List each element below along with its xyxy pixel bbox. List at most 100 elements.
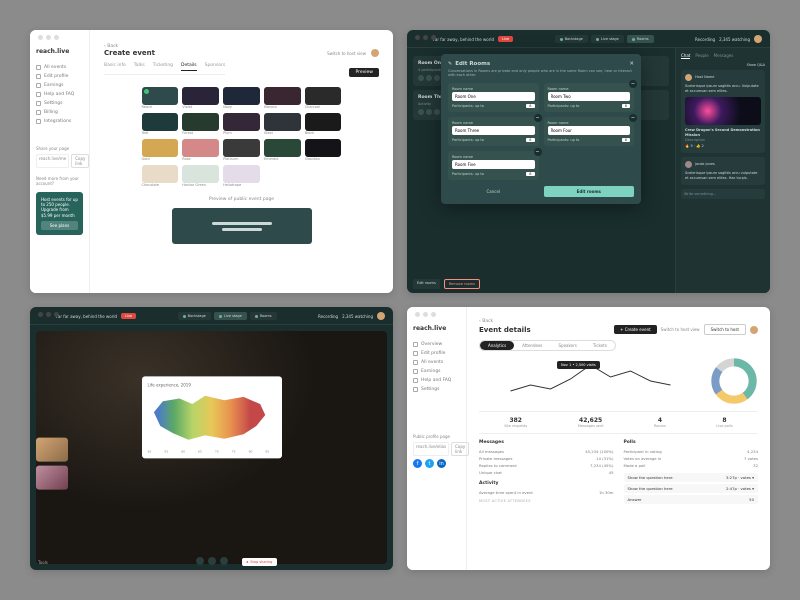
avatar[interactable] — [750, 326, 758, 334]
linkedin-icon[interactable]: in — [437, 459, 446, 468]
theme-swatch[interactable] — [305, 113, 342, 131]
avatar[interactable] — [754, 35, 762, 43]
detail-tab[interactable]: Speakers — [551, 341, 585, 350]
chat-tab[interactable]: Chat — [681, 53, 690, 59]
room-form: −Room nameParticipants: up to8 — [544, 83, 635, 112]
poll-item[interactable]: Show the question here2:47p · votes ▾ — [624, 484, 759, 493]
theme-swatch[interactable] — [142, 139, 179, 157]
theme-swatch[interactable] — [142, 87, 179, 105]
delete-room-icon[interactable]: − — [534, 114, 542, 122]
theme-swatch[interactable] — [223, 139, 260, 157]
sidebar-item[interactable]: Earnings — [413, 367, 460, 376]
message-input[interactable]: Write something... — [681, 189, 765, 199]
sidebar-item[interactable]: Settings — [413, 385, 460, 394]
room-name-input[interactable] — [548, 92, 631, 101]
sidebar-item[interactable]: Overview — [413, 340, 460, 349]
chat-tab[interactable]: People — [695, 53, 708, 59]
theme-swatch[interactable] — [223, 87, 260, 105]
detail-tab[interactable]: Attendees — [514, 341, 550, 350]
sidebar-item[interactable]: Earnings — [36, 81, 83, 90]
share-icon[interactable] — [220, 557, 228, 565]
theme-swatch[interactable] — [182, 139, 219, 157]
qa-toggle[interactable]: Show Q&A — [747, 63, 765, 67]
mic-icon[interactable] — [196, 557, 204, 565]
media-preview[interactable] — [685, 97, 761, 125]
avatar[interactable] — [377, 312, 385, 320]
tab[interactable]: Talks — [134, 63, 145, 71]
share-link-input[interactable]: reach.live/me — [36, 154, 69, 168]
facebook-icon[interactable]: f — [413, 459, 422, 468]
tab[interactable]: Basic info — [104, 63, 126, 71]
poll-item[interactable]: Answer50 — [624, 495, 759, 504]
tab[interactable]: Sponsors — [205, 63, 226, 71]
tools-menu[interactable]: Tools — [38, 560, 48, 565]
copy-link-button[interactable]: Copy link — [71, 154, 89, 168]
sidebar-item[interactable]: Billing — [36, 108, 83, 117]
sidebar-item[interactable]: All events — [36, 63, 83, 72]
sidebar-item[interactable]: All events — [413, 358, 460, 367]
tab[interactable]: Ticketing — [153, 63, 173, 71]
preview-button[interactable]: Preview — [349, 68, 379, 77]
camera-icon[interactable] — [208, 557, 216, 565]
stage-tab[interactable]: Rooms — [250, 312, 277, 320]
room-name-input[interactable] — [452, 160, 535, 169]
detail-tab[interactable]: Tickets — [585, 341, 615, 350]
theme-swatch[interactable] — [142, 165, 179, 183]
theme-swatch[interactable] — [305, 87, 342, 105]
theme-swatch[interactable] — [305, 139, 342, 157]
poll-item[interactable]: Show the question here3:27p · votes ▾ — [624, 473, 759, 482]
theme-swatch[interactable] — [223, 113, 260, 131]
twitter-icon[interactable]: t — [425, 459, 434, 468]
remove-rooms-tool[interactable]: Remove rooms — [444, 279, 480, 289]
recording-indicator: Recording — [318, 314, 338, 319]
theme-swatch[interactable] — [182, 165, 219, 183]
switch-view-link[interactable]: Switch to host view — [327, 51, 366, 56]
sidebar-item[interactable]: Edit profile — [413, 349, 460, 358]
delete-room-icon[interactable]: − — [629, 114, 637, 122]
room-form: −Room nameParticipants: up to8 — [448, 151, 539, 180]
see-plans-button[interactable]: See plans — [41, 221, 78, 230]
profile-link-input[interactable]: reach.live/elias — [413, 442, 449, 456]
chat-tab[interactable]: Messages — [714, 53, 734, 59]
sidebar-item[interactable]: Help and FAQ — [413, 376, 460, 385]
close-icon[interactable]: ✕ — [629, 61, 634, 67]
room-form: −Room nameParticipants: up to8 — [448, 117, 539, 146]
reactions[interactable]: 🔥 5 · 👍 2 — [685, 144, 761, 149]
delete-room-icon[interactable]: − — [629, 80, 637, 88]
stop-sharing-button[interactable]: Stop sharing — [242, 558, 278, 566]
stage-tab[interactable]: Backstage — [178, 312, 211, 320]
stage-tab[interactable]: Backstage — [555, 35, 588, 43]
theme-swatch[interactable] — [264, 87, 301, 105]
video-thumb[interactable] — [36, 437, 68, 461]
avatar[interactable] — [371, 49, 379, 57]
detail-tab[interactable]: Analytics — [480, 341, 514, 350]
sidebar-item[interactable]: Integrations — [36, 117, 83, 126]
sidebar-item[interactable]: Edit profile — [36, 72, 83, 81]
room-name-input[interactable] — [548, 126, 631, 135]
create-event-button[interactable]: + Create event — [614, 325, 657, 334]
stage-tab[interactable]: Live stage — [214, 312, 247, 320]
stage-tab[interactable]: Live stage — [591, 35, 624, 43]
sidebar-item[interactable]: Help and FAQ — [36, 90, 83, 99]
upgrade-promo[interactable]: Host events for up to 250 people. Upgrad… — [36, 192, 83, 235]
sidebar-item[interactable]: Settings — [36, 99, 83, 108]
theme-swatch[interactable] — [264, 139, 301, 157]
theme-swatch[interactable] — [182, 87, 219, 105]
room-name-input[interactable] — [452, 126, 535, 135]
create-event-window: reach.live All eventsEdit profileEarning… — [30, 30, 393, 293]
cancel-button[interactable]: Cancel — [448, 186, 539, 197]
theme-swatch[interactable] — [182, 113, 219, 131]
edit-rooms-tool[interactable]: Edit rooms — [413, 279, 440, 289]
video-thumb[interactable] — [36, 465, 68, 489]
theme-swatch[interactable] — [223, 165, 260, 183]
delete-room-icon[interactable]: − — [534, 148, 542, 156]
room-name-input[interactable] — [452, 92, 535, 101]
save-rooms-button[interactable]: Edit rooms — [544, 186, 635, 197]
tab[interactable]: Details — [181, 63, 197, 71]
stage-tab[interactable]: Rooms — [627, 35, 654, 43]
stat: 8Live polls — [716, 417, 732, 428]
theme-swatch[interactable] — [142, 113, 179, 131]
theme-swatch[interactable] — [264, 113, 301, 131]
switch-view-link[interactable]: Switch to host view — [661, 327, 700, 332]
switch-host-button[interactable]: Switch to host — [704, 324, 746, 335]
